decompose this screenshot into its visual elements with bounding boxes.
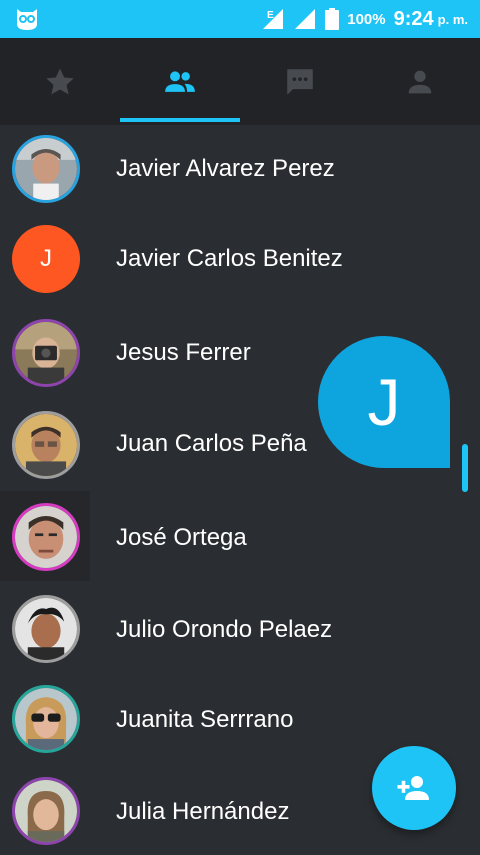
- avatar-photo: [15, 688, 77, 750]
- network-type-label: E: [267, 10, 274, 21]
- tab-contacts[interactable]: [120, 38, 240, 125]
- contact-row[interactable]: J Javier Carlos Benitez: [0, 215, 480, 305]
- contact-name: Julio Orondo Pelaez: [116, 616, 333, 643]
- avatar: [12, 777, 80, 845]
- star-icon: [46, 68, 74, 94]
- owl-icon: [17, 9, 37, 30]
- active-tab-indicator: [120, 118, 240, 122]
- avatar-photo: [15, 414, 77, 476]
- people-icon: [165, 70, 195, 92]
- battery-percent: 100%: [347, 10, 386, 28]
- contact-row[interactable]: Javier Alvarez Perez: [0, 125, 480, 215]
- tab-profile[interactable]: [360, 38, 480, 125]
- avatar: [12, 411, 80, 479]
- avatar-photo: [15, 322, 77, 384]
- signal-icon: [295, 9, 316, 29]
- contact-name: Javier Alvarez Perez: [116, 155, 335, 182]
- status-bar: E 100% 9:24 p. m.: [0, 0, 480, 38]
- avatar-photo: [15, 780, 77, 842]
- avatar: [12, 685, 80, 753]
- fast-scroll-thumb[interactable]: [462, 444, 468, 492]
- avatar-photo: [15, 138, 77, 200]
- avatar: [12, 135, 80, 203]
- avatar: [12, 595, 80, 663]
- contact-name: Juan Carlos Peña: [116, 430, 307, 457]
- contact-row[interactable]: José Ortega: [0, 491, 480, 581]
- chat-bubble-icon: [287, 68, 313, 95]
- clock-ampm: p. m.: [437, 11, 468, 27]
- avatar: [12, 503, 80, 571]
- fast-scroll-letter-bubble: J: [318, 336, 450, 468]
- tab-messages[interactable]: [240, 38, 360, 125]
- add-contact-button[interactable]: [372, 746, 456, 830]
- avatar-photo: [15, 506, 77, 568]
- avatar: [12, 319, 80, 387]
- clock-time: 9:24: [393, 7, 434, 30]
- add-person-icon: [397, 776, 429, 800]
- signal-e-icon: E: [263, 9, 284, 29]
- contact-name: Juanita Serrrano: [116, 706, 294, 733]
- contact-list: Javier Alvarez Perez J Javier Carlos Ben…: [0, 125, 480, 854]
- contact-name: Jesus Ferrer: [116, 339, 251, 366]
- avatar-letter: J: [12, 225, 80, 293]
- avatar-photo: [15, 598, 77, 660]
- contact-name: Julia Hernández: [116, 798, 290, 825]
- person-icon: [408, 70, 432, 93]
- contact-row[interactable]: Julio Orondo Pelaez: [0, 583, 480, 673]
- tab-favorites[interactable]: [0, 38, 120, 125]
- contact-name: José Ortega: [116, 524, 247, 551]
- contact-name: Javier Carlos Benitez: [116, 245, 343, 272]
- tab-bar: [0, 38, 480, 125]
- battery-icon: [325, 8, 340, 30]
